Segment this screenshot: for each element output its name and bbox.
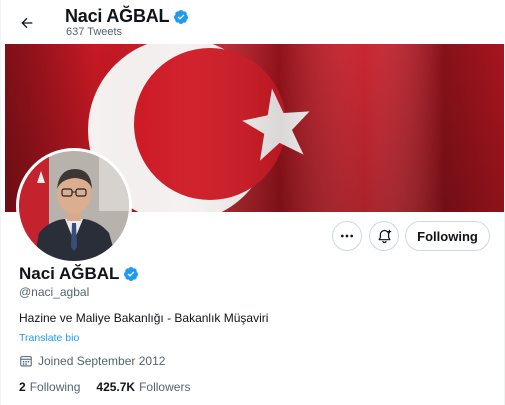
following-stat-link[interactable]: 2 Following <box>19 380 80 394</box>
header-name: Naci AĞBAL <box>65 6 170 26</box>
profile-header: Naci AĞBAL 637 Tweets <box>1 0 505 44</box>
profile-bio: Hazine ve Maliye Bakanlığı - Bakanlık Mü… <box>19 311 269 325</box>
followers-label: Followers <box>139 380 191 394</box>
following-label: Following <box>29 380 81 394</box>
calendar-icon <box>20 356 32 367</box>
follow-stats: 2 Following 425.7K Followers <box>19 380 190 394</box>
more-button[interactable] <box>332 221 362 251</box>
header-title: Naci AĞBAL <box>65 6 189 27</box>
profile-name-row: Naci AĞBAL <box>19 264 139 284</box>
notifications-button[interactable] <box>369 221 399 251</box>
avatar-container[interactable] <box>16 148 132 264</box>
back-arrow-icon <box>21 17 33 29</box>
verified-badge-icon <box>124 267 139 281</box>
following-count: 2 <box>19 380 26 394</box>
joined-text: Joined September 2012 <box>38 354 166 368</box>
translate-bio-link[interactable]: Translate bio <box>19 332 79 344</box>
profile-name: Naci AĞBAL <box>19 264 120 283</box>
followers-count: 425.7K <box>96 380 136 394</box>
joined-date: Joined September 2012 <box>19 354 165 368</box>
profile-page: Naci AĞBAL 637 Tweets Following Naci AĞB… <box>0 0 505 405</box>
following-button[interactable]: Following <box>405 221 490 251</box>
back-button[interactable] <box>13 9 41 37</box>
avatar-photo <box>19 151 129 261</box>
notification-bell-icon <box>378 229 391 243</box>
more-icon <box>341 234 353 238</box>
profile-handle: @naci_agbal <box>19 285 90 299</box>
followers-stat-link[interactable]: 425.7K Followers <box>96 380 190 394</box>
tweet-count: 637 Tweets <box>66 26 123 38</box>
avatar <box>19 151 129 261</box>
verified-badge-icon <box>174 9 189 24</box>
